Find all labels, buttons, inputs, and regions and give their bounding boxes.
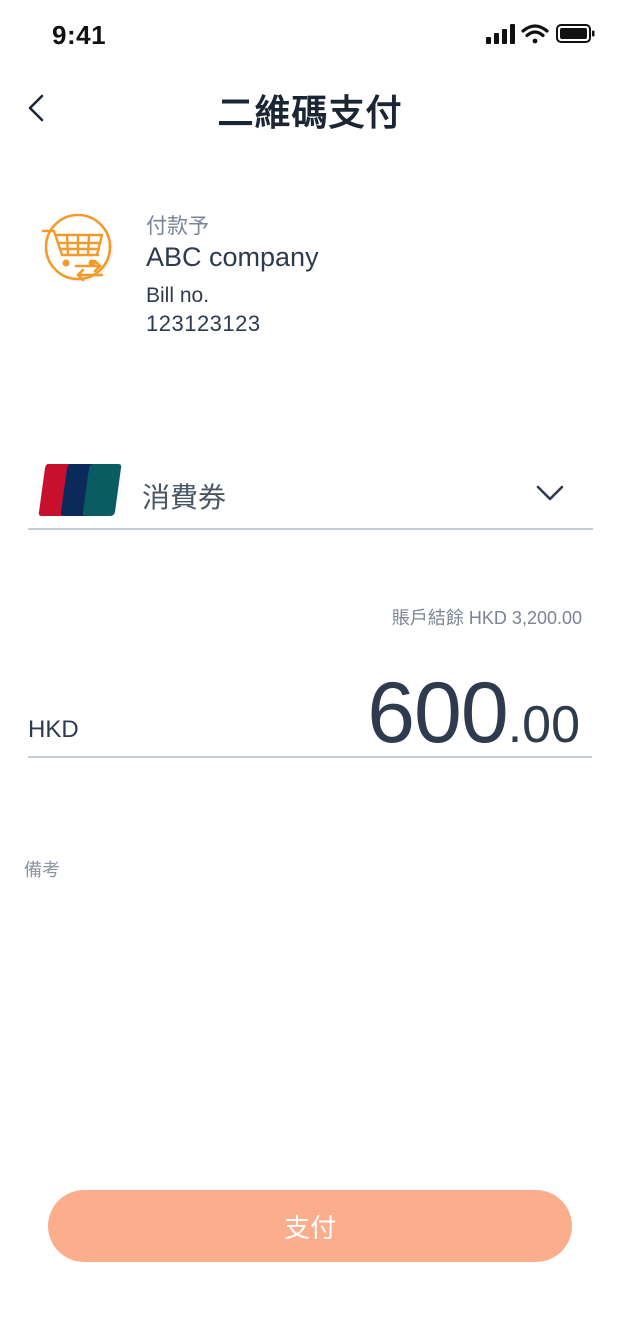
bill-number-label: Bill no. <box>146 284 210 307</box>
payee-label: 付款予 <box>146 215 209 238</box>
page-title: 二維碼支付 <box>217 92 403 133</box>
bill-number: 123123123 <box>146 311 261 336</box>
battery-icon <box>556 24 595 43</box>
status-time: 9:41 <box>52 20 107 50</box>
payment-method-label: 消費券 <box>142 482 227 513</box>
card-stack-icon <box>38 462 122 516</box>
amount-input[interactable]: HKD 600.00 <box>28 660 592 761</box>
payment-method-select[interactable]: 消費券 <box>28 456 593 530</box>
account-balance: 賬戶結餘 HKD 3,200.00 <box>391 608 582 628</box>
currency-label: HKD <box>28 716 79 743</box>
amount-decimal: .00 <box>507 696 580 754</box>
wifi-icon <box>521 24 549 44</box>
amount-value: 600.00 <box>367 664 580 763</box>
amount-integer: 600 <box>367 665 508 761</box>
pay-button[interactable]: 支付 <box>48 1190 572 1262</box>
signal-icon <box>486 24 515 44</box>
status-icons <box>486 22 596 46</box>
shopping-cart-icon <box>41 213 113 282</box>
payee-name: ABC company <box>146 242 319 272</box>
chevron-down-icon <box>534 482 566 504</box>
remarks-input[interactable] <box>24 850 592 890</box>
merchant-logo <box>40 210 116 286</box>
